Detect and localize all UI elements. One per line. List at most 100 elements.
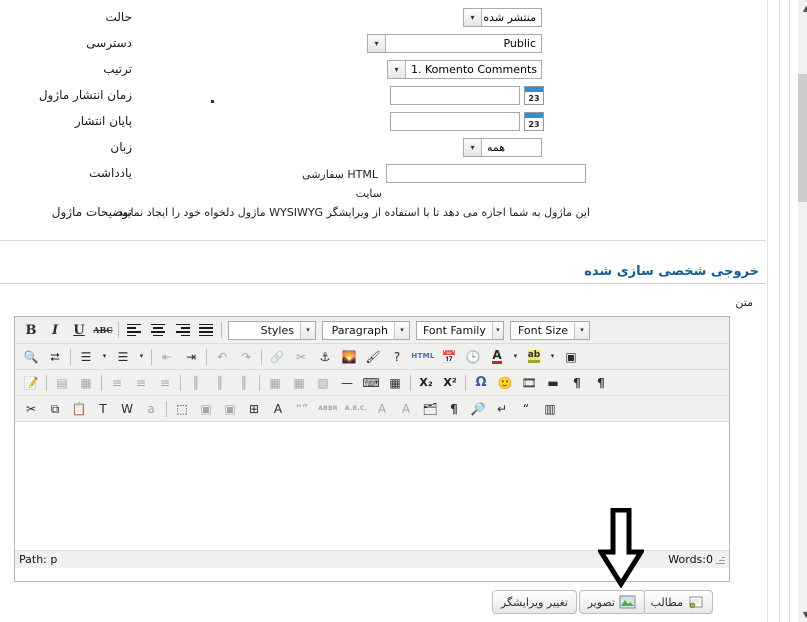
insert-link-icon[interactable]: 🔗 [266,346,288,367]
template-icon[interactable]: ▥ [539,398,561,419]
move-forward-icon[interactable]: ▣ [195,398,217,419]
calendar-icon[interactable]: 23 [524,86,544,105]
insert-row-before-icon[interactable]: ≡ [106,372,128,393]
html-source-icon[interactable]: HTML [410,346,436,367]
insert-date-icon[interactable]: 📅 [438,346,460,367]
align-right-icon[interactable] [171,320,193,341]
numbered-list-icon[interactable]: ☰ [112,346,134,367]
search-replace-icon[interactable]: ⮂ [44,346,66,367]
underline-icon[interactable]: U [68,320,90,341]
insert-image-icon[interactable]: 🌄 [338,346,360,367]
emoticon-icon[interactable]: 🙂 [494,372,516,393]
show-blocks-icon[interactable]: ¶ [443,398,465,419]
outdent-icon[interactable]: ⇤ [156,346,178,367]
merge-cells-icon[interactable]: ▤ [51,372,73,393]
indent-icon[interactable]: ⇥ [180,346,202,367]
remove-format-icon[interactable]: ⌨ [360,372,382,393]
backcolor-icon[interactable]: ab [523,346,545,367]
image-button[interactable]: تصویر [578,590,645,614]
attributes-icon[interactable]: 🗂 [419,398,441,419]
move-backward-icon[interactable]: ▣ [219,398,241,419]
insert-col-before-icon[interactable]: ║ [185,372,207,393]
bullet-list-icon[interactable]: ☰ [75,346,97,367]
unlink-icon[interactable]: ✂ [290,346,312,367]
paste-icon[interactable]: 📋 [68,398,90,419]
undo-icon[interactable]: ↶ [211,346,233,367]
bullet-list-arrow-icon[interactable]: ▾ [99,346,110,367]
note-input[interactable] [386,164,586,183]
acronym-icon[interactable]: A.B.C. [343,398,369,419]
delete-row-icon[interactable]: ≡ [154,372,176,393]
help-icon[interactable]: ? [386,346,408,367]
table-icon[interactable]: ▦ [264,372,286,393]
absolute-position-icon[interactable]: ⊞ [243,398,265,419]
language-select[interactable]: ▾ همه [463,138,542,157]
font-family-dropdown[interactable]: Font Family ▾ [416,320,504,340]
edit-css-icon[interactable]: 📝 [20,372,42,393]
select-all-icon[interactable]: a [140,398,162,419]
numbered-list-arrow-icon[interactable]: ▾ [136,346,147,367]
redo-icon[interactable]: ↷ [235,346,257,367]
resize-grip-icon[interactable] [715,555,725,565]
forecolor-arrow-icon[interactable]: ▾ [510,346,521,367]
nonbreaking-icon[interactable]: ↵ [491,398,513,419]
publish-down-input[interactable] [390,112,520,131]
bold-icon[interactable]: B [20,320,42,341]
ordering-select[interactable]: ▾ 1. Komento Comments [387,60,542,79]
subscript-icon[interactable]: X₂ [415,372,437,393]
table-props-icon[interactable]: ▦ [288,372,310,393]
special-char-icon[interactable]: Ω [470,372,492,393]
font-size-dropdown[interactable]: Font Size ▾ [510,320,590,340]
delete-col-icon[interactable]: ║ [233,372,255,393]
cleanup-icon[interactable]: 🖌 [362,346,384,367]
align-center-icon[interactable] [147,320,169,341]
insert-media-icon[interactable]: 🎞 [518,372,540,393]
preview-icon[interactable]: 🔎 [467,398,489,419]
rtl-direction-icon[interactable]: ¶ [590,372,612,393]
search-icon[interactable]: 🔍 [20,346,42,367]
cut-icon[interactable]: ✂ [20,398,42,419]
scroll-up-icon[interactable]: ▲ [798,0,807,16]
page-break-icon[interactable]: ▬ [542,372,564,393]
status-select[interactable]: ▾ منتشر شده [463,8,542,27]
insert-layer-icon[interactable]: ⬚ [171,398,193,419]
publish-up-input[interactable] [390,86,520,105]
fullscreen-icon[interactable]: ▣ [560,346,582,367]
italic-icon[interactable]: I [44,320,66,341]
cell-props-icon[interactable]: ▧ [312,372,334,393]
calendar-icon[interactable]: 23 [524,112,544,131]
styles-dropdown[interactable]: Styles ▾ [228,320,316,340]
forecolor-icon[interactable]: A [486,346,508,367]
align-justify-icon[interactable] [195,320,217,341]
ltr-direction-icon[interactable]: ¶ [566,372,588,393]
blockquote-icon[interactable]: “ [515,398,537,419]
insert-del-icon[interactable]: A [371,398,393,419]
visual-aid-icon[interactable]: ▦ [384,372,406,393]
citation-icon[interactable]: “” [291,398,313,419]
copy-icon[interactable]: ⧉ [44,398,66,419]
paste-word-icon[interactable]: W [116,398,138,419]
articles-button[interactable]: مطالب [641,590,713,614]
horizontal-rule-icon[interactable]: — [336,372,358,393]
vertical-scrollbar-thumb[interactable] [798,74,807,202]
insert-row-after-icon[interactable]: ≡ [130,372,152,393]
module-description-text: این ماژول به شما اجازه می دهد تا با استف… [114,206,590,219]
style-props-icon[interactable]: A [267,398,289,419]
insert-time-icon[interactable]: 🕒 [462,346,484,367]
split-cells-icon[interactable]: ▦ [75,372,97,393]
paste-text-icon[interactable]: T [92,398,114,419]
abbreviation-icon[interactable]: ABBR [315,398,341,419]
superscript-icon[interactable]: X² [439,372,461,393]
access-select[interactable]: ▾ Public [367,34,542,53]
insert-ins-icon[interactable]: A [395,398,417,419]
toolbar-separator [151,348,152,365]
insert-col-after-icon[interactable]: ║ [209,372,231,393]
anchor-icon[interactable]: ⚓ [314,346,336,367]
strikethrough-icon[interactable]: ABC [92,320,114,341]
paragraph-dropdown[interactable]: Paragraph ▾ [322,320,410,340]
chevron-down-icon: ▾ [491,321,503,339]
backcolor-arrow-icon[interactable]: ▾ [547,346,558,367]
toggle-editor-button[interactable]: تغییر ویرایشگر [491,590,577,614]
align-left-icon[interactable] [123,320,145,341]
scroll-down-icon[interactable]: ▼ [798,606,807,622]
